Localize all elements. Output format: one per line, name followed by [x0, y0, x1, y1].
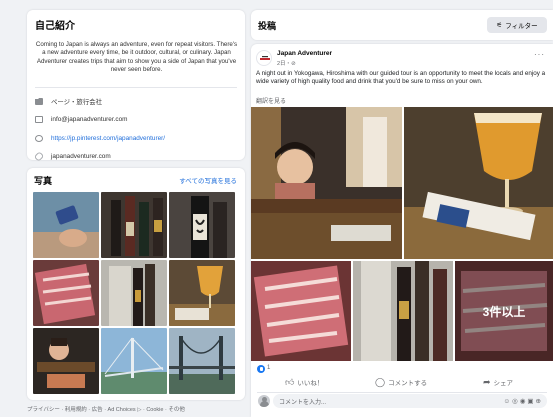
pinterest-row[interactable]: https://jp.pinterest.com/japanadventurer…: [35, 135, 165, 142]
divider: [257, 392, 547, 393]
divider: [35, 87, 237, 88]
photo-thumbnail[interactable]: [101, 192, 167, 258]
posts-title: 投稿: [258, 21, 277, 31]
photo-thumbnail[interactable]: [169, 260, 235, 326]
like-button[interactable]: 👍︎ いいね！: [285, 375, 323, 389]
link-icon: [33, 151, 45, 162]
see-all-photos-link[interactable]: すべての写真を見る: [179, 175, 237, 185]
email-row[interactable]: info@japanadventurer.com: [35, 116, 127, 123]
photo-thumbnail[interactable]: [101, 260, 167, 326]
photo-thumbnail[interactable]: [33, 192, 99, 258]
website-text[interactable]: japanadventurer.com: [51, 153, 111, 160]
comment-tools-icons[interactable]: ☺◎◉▣⊕: [503, 397, 543, 405]
footer-links[interactable]: プライバシー · 利用規約 · 広告 · Ad Choices ▷ · Cook…: [27, 405, 185, 413]
page-avatar[interactable]: [256, 50, 272, 66]
more-photos-tile[interactable]: 3件以上: [455, 261, 553, 361]
photo-thumbnail[interactable]: [33, 328, 99, 394]
comment-input[interactable]: コメントを入力... ☺◎◉▣⊕: [273, 394, 547, 408]
page-name-link[interactable]: Japan Adventurer: [277, 50, 332, 57]
category-icon: [35, 98, 43, 105]
post-timestamp[interactable]: 2日・⊘: [277, 59, 296, 67]
post-photo[interactable]: [404, 107, 553, 259]
email-icon: [35, 116, 43, 123]
post-card: Japan Adventurer 2日・⊘ ··· A night out in…: [251, 44, 553, 417]
see-translation-link[interactable]: 翻訳を見る: [256, 96, 286, 105]
category-row: ページ・旅行会社: [35, 97, 102, 106]
photos-card: 写真 すべての写真を見る: [27, 168, 245, 400]
post-photo[interactable]: [251, 107, 402, 259]
photo-thumbnail[interactable]: [33, 260, 99, 326]
share-label: シェア: [493, 380, 514, 387]
post-photo[interactable]: [251, 261, 351, 361]
posts-header: 投稿 ⚟ フィルター: [251, 10, 553, 40]
photo-thumbnail[interactable]: [169, 192, 235, 258]
post-time: 2日・: [277, 61, 292, 67]
post-photo[interactable]: [353, 261, 453, 361]
like-label: いいね！: [297, 380, 324, 387]
share-button[interactable]: ➦ シェア: [483, 375, 513, 389]
more-photos-count: 3件以上: [455, 261, 553, 361]
comment-icon: ◯: [375, 376, 386, 387]
filter-icon: ⚟: [496, 22, 503, 29]
share-icon: ➦: [483, 376, 491, 387]
pinterest-link[interactable]: https://jp.pinterest.com/japanadventurer…: [51, 135, 165, 142]
intro-card: 自己紹介 Coming to Japan is always an advent…: [27, 10, 245, 162]
intro-bio: Coming to Japan is always an adventure, …: [35, 41, 238, 73]
photos-title: 写真: [34, 176, 53, 186]
reaction-count[interactable]: 1: [267, 365, 270, 371]
user-avatar[interactable]: [258, 395, 270, 407]
like-reaction-icon[interactable]: [257, 365, 265, 373]
intro-title: 自己紹介: [35, 21, 75, 32]
post-text: A night out in Yokogawa, Hiroshima with …: [256, 70, 546, 86]
globe-icon: [35, 135, 43, 142]
comment-button[interactable]: ◯ コメントする: [375, 375, 427, 389]
globe-icon: ⊘: [291, 61, 296, 67]
photo-thumbnail[interactable]: [169, 328, 235, 394]
comment-label: コメントする: [388, 380, 428, 387]
comment-placeholder: コメントを入力...: [279, 399, 327, 406]
filter-label: フィルター: [505, 23, 538, 30]
filter-button[interactable]: ⚟ フィルター: [487, 17, 547, 33]
photo-thumbnail[interactable]: [101, 328, 167, 394]
thumbs-up-icon: 👍︎: [285, 376, 295, 387]
more-options-icon[interactable]: ···: [534, 50, 545, 59]
category-label: ページ・旅行会社: [51, 99, 102, 106]
email-text[interactable]: info@japanadventurer.com: [51, 116, 127, 123]
website-row[interactable]: japanadventurer.com: [33, 151, 111, 162]
